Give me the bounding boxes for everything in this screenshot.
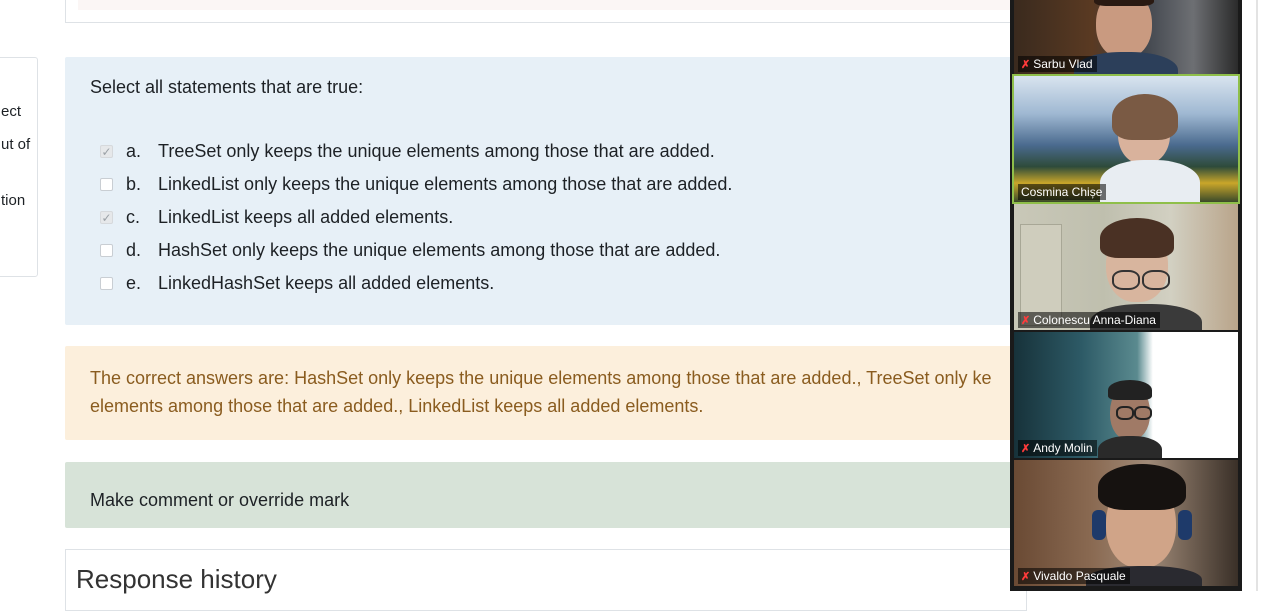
response-history-section: Response history (65, 549, 1027, 611)
participant-name: Colonescu Anna-Diana (1033, 313, 1156, 327)
answer-letter: b. (126, 174, 142, 194)
participant-tile-4[interactable]: ✗ Andy Molin (1014, 332, 1238, 458)
comment-box: Make comment or override mark (65, 462, 1025, 528)
participant-tile-2[interactable]: Cosmina Chișe (1012, 74, 1240, 204)
participant-tile-5[interactable]: ✗ Vivaldo Pasquale (1014, 460, 1238, 586)
participant-name-badge: Cosmina Chișe (1018, 184, 1107, 200)
answer-option-b: b. LinkedList only keeps the unique elem… (100, 168, 732, 201)
checkbox-e[interactable] (100, 277, 113, 290)
participant-name: Vivaldo Pasquale (1033, 569, 1126, 583)
previous-question-box (65, 0, 1027, 23)
feedback-line-1: The correct answers are: HashSet only ke… (90, 368, 992, 388)
video-gallery: ✗ Sarbu Vlad Cosmina Chișe ✗ Colonescu A… (1010, 0, 1242, 591)
checkbox-a[interactable]: ✓ (100, 145, 113, 158)
participant-name-badge: ✗ Andy Molin (1018, 440, 1097, 456)
mic-muted-icon: ✗ (1021, 570, 1031, 583)
participant-tile-1[interactable]: ✗ Sarbu Vlad (1014, 0, 1238, 74)
answer-option-e: e. LinkedHashSet keeps all added element… (100, 267, 732, 300)
question-prompt: Select all statements that are true: (90, 77, 364, 97)
participant-name: Sarbu Vlad (1033, 57, 1093, 71)
mic-muted-icon: ✗ (1021, 314, 1031, 327)
answer-text: LinkedList keeps all added elements. (158, 207, 454, 227)
answer-letter: a. (126, 141, 142, 161)
participant-name: Andy Molin (1033, 441, 1093, 455)
response-history-heading: Response history (76, 564, 277, 594)
question-formulation: Select all statements that are true: ✓ a… (65, 57, 1025, 325)
participant-name-badge: ✗ Sarbu Vlad (1018, 56, 1097, 72)
info-fragment-1: ect (1, 103, 22, 120)
answer-text: LinkedList only keeps the unique element… (158, 174, 733, 194)
answer-letter: e. (126, 273, 142, 293)
correct-answer-feedback: The correct answers are: HashSet only ke… (65, 346, 1025, 440)
checkbox-b[interactable] (100, 178, 113, 191)
answer-letter: c. (126, 207, 141, 227)
answer-list: ✓ a. TreeSet only keeps the unique eleme… (100, 135, 732, 300)
answer-option-d: d. HashSet only keeps the unique element… (100, 234, 732, 267)
answer-letter: d. (126, 240, 142, 260)
info-fragment-3: tion (1, 192, 26, 209)
checkbox-c[interactable]: ✓ (100, 211, 113, 224)
mic-muted-icon: ✗ (1021, 442, 1031, 455)
answer-option-a: ✓ a. TreeSet only keeps the unique eleme… (100, 135, 732, 168)
make-comment-link[interactable]: Make comment or override mark (90, 490, 349, 511)
feedback-line-2: elements among those that are added., Li… (90, 396, 704, 416)
participant-name: Cosmina Chișe (1021, 185, 1103, 199)
participant-name-badge: ✗ Vivaldo Pasquale (1018, 568, 1130, 584)
answer-option-c: ✓ c. LinkedList keeps all added elements… (100, 201, 732, 234)
answer-text: LinkedHashSet keeps all added elements. (158, 273, 495, 293)
participant-tile-3[interactable]: ✗ Colonescu Anna-Diana (1014, 204, 1238, 330)
answer-text: TreeSet only keeps the unique elements a… (158, 141, 715, 161)
info-fragment-2: ut of (1, 136, 31, 153)
mic-muted-icon: ✗ (1021, 58, 1031, 71)
gallery-frame (1242, 0, 1256, 591)
answer-text: HashSet only keeps the unique elements a… (158, 240, 721, 260)
checkbox-d[interactable] (100, 244, 113, 257)
participant-name-badge: ✗ Colonescu Anna-Diana (1018, 312, 1160, 328)
gallery-edge (1256, 0, 1258, 591)
quiz-info-card: ect ut of tion (0, 57, 38, 277)
